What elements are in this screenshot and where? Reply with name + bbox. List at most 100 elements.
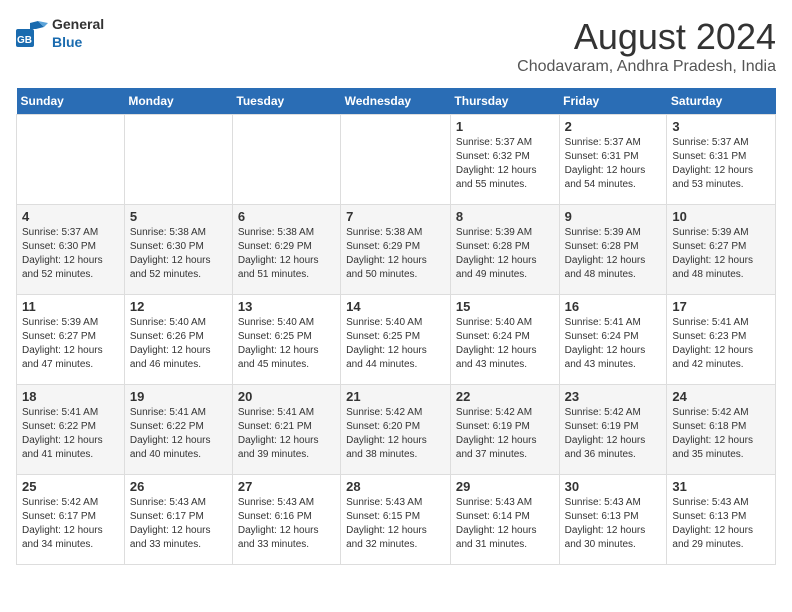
calendar-week-2: 4Sunrise: 5:37 AM Sunset: 6:30 PM Daylig… bbox=[17, 205, 776, 295]
calendar-cell bbox=[341, 115, 451, 205]
calendar-cell: 15 Sunrise: 5:40 AM Sunset: 6:24 PM Dayli… bbox=[450, 295, 559, 385]
calendar-cell: 26 Sunrise: 5:43 AM Sunset: 6:17 PM Dayli… bbox=[124, 475, 232, 565]
day-info: Sunrise: 5:37 AM Sunset: 6:30 PM Dayligh… bbox=[22, 226, 119, 282]
day-info: Sunrise: 5:42 AM Sunset: 6:17 PM Dayligh… bbox=[22, 496, 119, 552]
day-info: Sunrise: 5:38 AM Sunset: 6:29 PM Dayligh… bbox=[346, 226, 445, 282]
logo-blue: Blue bbox=[52, 34, 82, 50]
logo-text: General Blue bbox=[52, 16, 104, 51]
day-info: Sunrise: 5:37 AM Sunset: 6:31 PM Dayligh… bbox=[672, 136, 770, 192]
day-info: Sunrise: 5:42 AM Sunset: 6:18 PM Dayligh… bbox=[672, 406, 770, 462]
calendar-cell: 14 Sunrise: 5:40 AM Sunset: 6:25 PM Dayli… bbox=[341, 295, 451, 385]
day-info: Sunrise: 5:40 AM Sunset: 6:25 PM Dayligh… bbox=[346, 316, 445, 372]
calendar-week-5: 25Sunrise: 5:42 AM Sunset: 6:17 PM Dayli… bbox=[17, 475, 776, 565]
weekday-header-row: SundayMondayTuesdayWednesdayThursdayFrid… bbox=[17, 88, 776, 115]
calendar-cell: 31 Sunrise: 5:43 AM Sunset: 6:13 PM Dayli… bbox=[667, 475, 776, 565]
day-info: Sunrise: 5:42 AM Sunset: 6:20 PM Dayligh… bbox=[346, 406, 445, 462]
day-number: 15 bbox=[456, 299, 554, 314]
day-number: 27 bbox=[238, 479, 335, 494]
day-info: Sunrise: 5:41 AM Sunset: 6:22 PM Dayligh… bbox=[130, 406, 227, 462]
day-info: Sunrise: 5:40 AM Sunset: 6:26 PM Dayligh… bbox=[130, 316, 227, 372]
calendar-cell: 23Sunrise: 5:42 AM Sunset: 6:19 PM Dayli… bbox=[559, 385, 667, 475]
logo: GB General Blue bbox=[16, 16, 104, 51]
month-year: August 2024 bbox=[517, 16, 776, 58]
day-number: 26 bbox=[130, 479, 227, 494]
day-number: 29 bbox=[456, 479, 554, 494]
title-section: August 2024 Chodavaram, Andhra Pradesh, … bbox=[517, 16, 776, 76]
day-number: 9 bbox=[565, 209, 662, 224]
calendar-cell: 10 Sunrise: 5:39 AM Sunset: 6:27 PM Dayli… bbox=[667, 205, 776, 295]
day-number: 10 bbox=[672, 209, 770, 224]
calendar-cell: 16Sunrise: 5:41 AM Sunset: 6:24 PM Dayli… bbox=[559, 295, 667, 385]
svg-text:GB: GB bbox=[17, 35, 32, 46]
day-info: Sunrise: 5:41 AM Sunset: 6:21 PM Dayligh… bbox=[238, 406, 335, 462]
day-number: 30 bbox=[565, 479, 662, 494]
calendar-cell: 7Sunrise: 5:38 AM Sunset: 6:29 PM Daylig… bbox=[341, 205, 451, 295]
day-number: 31 bbox=[672, 479, 770, 494]
weekday-header-sunday: Sunday bbox=[17, 88, 125, 115]
calendar-cell: 19 Sunrise: 5:41 AM Sunset: 6:22 PM Dayli… bbox=[124, 385, 232, 475]
day-info: Sunrise: 5:43 AM Sunset: 6:17 PM Dayligh… bbox=[130, 496, 227, 552]
day-info: Sunrise: 5:41 AM Sunset: 6:24 PM Dayligh… bbox=[565, 316, 662, 372]
day-info: Sunrise: 5:39 AM Sunset: 6:27 PM Dayligh… bbox=[22, 316, 119, 372]
calendar-cell: 21 Sunrise: 5:42 AM Sunset: 6:20 PM Dayli… bbox=[341, 385, 451, 475]
day-number: 20 bbox=[238, 389, 335, 404]
weekday-header-monday: Monday bbox=[124, 88, 232, 115]
calendar-week-3: 11 Sunrise: 5:39 AM Sunset: 6:27 PM Dayli… bbox=[17, 295, 776, 385]
day-info: Sunrise: 5:38 AM Sunset: 6:30 PM Dayligh… bbox=[130, 226, 227, 282]
day-number: 17 bbox=[672, 299, 770, 314]
day-info: Sunrise: 5:37 AM Sunset: 6:32 PM Dayligh… bbox=[456, 136, 554, 192]
calendar-cell: 17 Sunrise: 5:41 AM Sunset: 6:23 PM Dayli… bbox=[667, 295, 776, 385]
weekday-header-tuesday: Tuesday bbox=[232, 88, 340, 115]
calendar-cell bbox=[232, 115, 340, 205]
day-number: 22 bbox=[456, 389, 554, 404]
day-number: 24 bbox=[672, 389, 770, 404]
day-number: 13 bbox=[238, 299, 335, 314]
day-info: Sunrise: 5:43 AM Sunset: 6:13 PM Dayligh… bbox=[565, 496, 662, 552]
day-info: Sunrise: 5:39 AM Sunset: 6:28 PM Dayligh… bbox=[565, 226, 662, 282]
day-info: Sunrise: 5:41 AM Sunset: 6:22 PM Dayligh… bbox=[22, 406, 119, 462]
calendar-cell bbox=[124, 115, 232, 205]
day-number: 11 bbox=[22, 299, 119, 314]
day-number: 18 bbox=[22, 389, 119, 404]
location: Chodavaram, Andhra Pradesh, India bbox=[517, 58, 776, 76]
day-info: Sunrise: 5:41 AM Sunset: 6:23 PM Dayligh… bbox=[672, 316, 770, 372]
day-number: 3 bbox=[672, 119, 770, 134]
page-header: GB General Blue August 2024 Chodavaram, … bbox=[16, 16, 776, 76]
day-number: 21 bbox=[346, 389, 445, 404]
day-info: Sunrise: 5:40 AM Sunset: 6:25 PM Dayligh… bbox=[238, 316, 335, 372]
calendar-cell: 6Sunrise: 5:38 AM Sunset: 6:29 PM Daylig… bbox=[232, 205, 340, 295]
calendar-week-1: 1 Sunrise: 5:37 AM Sunset: 6:32 PM Daylig… bbox=[17, 115, 776, 205]
calendar-cell: 29 Sunrise: 5:43 AM Sunset: 6:14 PM Dayli… bbox=[450, 475, 559, 565]
calendar-cell: 20 Sunrise: 5:41 AM Sunset: 6:21 PM Dayli… bbox=[232, 385, 340, 475]
calendar-cell: 28Sunrise: 5:43 AM Sunset: 6:15 PM Dayli… bbox=[341, 475, 451, 565]
calendar-cell: 8 Sunrise: 5:39 AM Sunset: 6:28 PM Daylig… bbox=[450, 205, 559, 295]
day-number: 28 bbox=[346, 479, 445, 494]
day-number: 12 bbox=[130, 299, 227, 314]
day-number: 8 bbox=[456, 209, 554, 224]
calendar-cell: 3 Sunrise: 5:37 AM Sunset: 6:31 PM Daylig… bbox=[667, 115, 776, 205]
calendar-cell: 25Sunrise: 5:42 AM Sunset: 6:17 PM Dayli… bbox=[17, 475, 125, 565]
calendar-cell: 2 Sunrise: 5:37 AM Sunset: 6:31 PM Daylig… bbox=[559, 115, 667, 205]
day-info: Sunrise: 5:42 AM Sunset: 6:19 PM Dayligh… bbox=[456, 406, 554, 462]
day-info: Sunrise: 5:37 AM Sunset: 6:31 PM Dayligh… bbox=[565, 136, 662, 192]
day-info: Sunrise: 5:43 AM Sunset: 6:14 PM Dayligh… bbox=[456, 496, 554, 552]
logo-general: General bbox=[52, 16, 104, 32]
day-number: 2 bbox=[565, 119, 662, 134]
calendar-cell: 1 Sunrise: 5:37 AM Sunset: 6:32 PM Daylig… bbox=[450, 115, 559, 205]
day-info: Sunrise: 5:39 AM Sunset: 6:28 PM Dayligh… bbox=[456, 226, 554, 282]
calendar-cell: 4Sunrise: 5:37 AM Sunset: 6:30 PM Daylig… bbox=[17, 205, 125, 295]
day-number: 14 bbox=[346, 299, 445, 314]
day-number: 1 bbox=[456, 119, 554, 134]
day-info: Sunrise: 5:39 AM Sunset: 6:27 PM Dayligh… bbox=[672, 226, 770, 282]
calendar-cell bbox=[17, 115, 125, 205]
day-info: Sunrise: 5:43 AM Sunset: 6:13 PM Dayligh… bbox=[672, 496, 770, 552]
calendar-cell: 18 Sunrise: 5:41 AM Sunset: 6:22 PM Dayli… bbox=[17, 385, 125, 475]
day-info: Sunrise: 5:43 AM Sunset: 6:16 PM Dayligh… bbox=[238, 496, 335, 552]
calendar-cell: 9 Sunrise: 5:39 AM Sunset: 6:28 PM Daylig… bbox=[559, 205, 667, 295]
calendar-table: SundayMondayTuesdayWednesdayThursdayFrid… bbox=[16, 88, 776, 565]
day-number: 19 bbox=[130, 389, 227, 404]
calendar-cell: 27 Sunrise: 5:43 AM Sunset: 6:16 PM Dayli… bbox=[232, 475, 340, 565]
weekday-header-wednesday: Wednesday bbox=[341, 88, 451, 115]
day-info: Sunrise: 5:40 AM Sunset: 6:24 PM Dayligh… bbox=[456, 316, 554, 372]
calendar-cell: 12 Sunrise: 5:40 AM Sunset: 6:26 PM Dayli… bbox=[124, 295, 232, 385]
